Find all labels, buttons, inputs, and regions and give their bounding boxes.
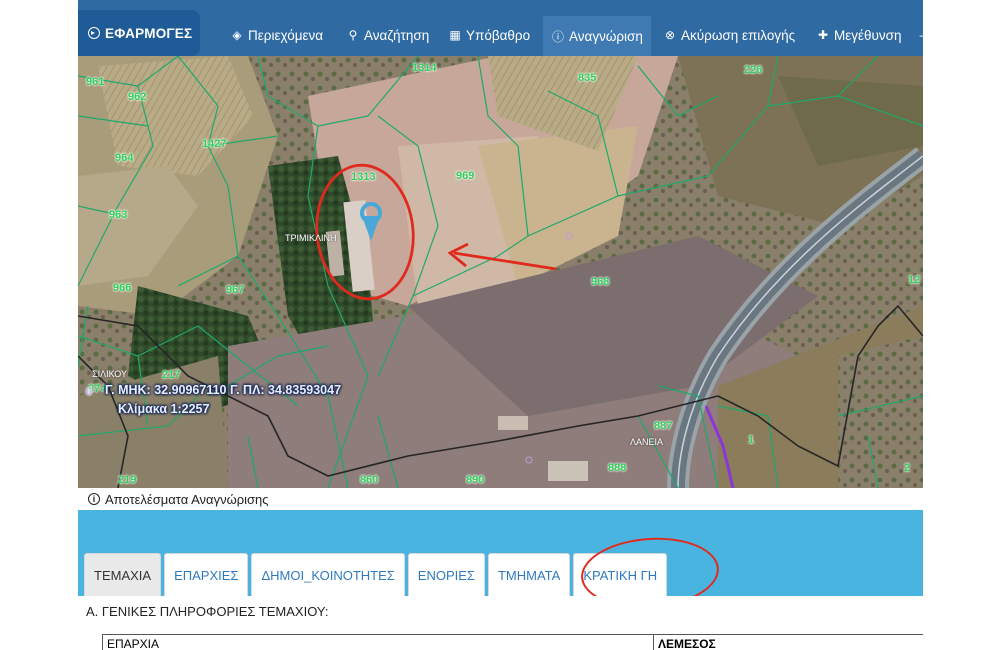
section-title: Α. ΓΕΝΙΚΕΣ ΠΛΗΡΟΦΟΡΙΕΣ ΤΕΜΑΧΙΟΥ: bbox=[86, 604, 329, 619]
plot-label[interactable]: 1313 bbox=[351, 171, 375, 183]
apps-button[interactable]: ΕΦΑΡΜΟΓΕΣ bbox=[78, 10, 200, 56]
plot-label[interactable]: 1427 bbox=[202, 138, 226, 150]
plus-icon: ✚ bbox=[817, 28, 829, 42]
cancel-icon: ⊗ bbox=[664, 28, 676, 42]
place-name-label: ΤΡΙΜΙΚΛΙΝΗ bbox=[285, 233, 337, 243]
plot-label[interactable]: 963 bbox=[109, 209, 127, 221]
search-icon: ⚲ bbox=[348, 28, 358, 42]
plot-label[interactable]: 1 bbox=[748, 434, 754, 446]
toolbar-basemap-label: Υπόβαθρο bbox=[466, 27, 531, 43]
toolbar-identify-label: Αναγνώριση bbox=[569, 28, 643, 44]
tab-municipalities[interactable]: ΔΗΜΟΙ_ΚΟΙΝΟΤΗΤΕΣ bbox=[251, 553, 405, 596]
app-window: ΕΦΑΡΜΟΓΕΣ ◈ Περιεχόμενα ⚲ Αναζήτηση ▦ Υπ… bbox=[0, 0, 1000, 650]
results-panel-header: i Αποτελέσματα Αναγνώρισης bbox=[78, 488, 923, 510]
coordinates-readout: Γ. ΜΗΚ: 32.90967110 Γ. ΠΛ: 34.83593047 bbox=[105, 383, 342, 397]
info-icon: ⓘ bbox=[551, 29, 564, 44]
toolbar-contents-button[interactable]: ◈ Περιεχόμενα bbox=[230, 16, 323, 54]
plot-label[interactable]: 835 bbox=[578, 72, 596, 84]
plot-label[interactable]: 967 bbox=[226, 284, 244, 296]
plot-label[interactable]: 890 bbox=[466, 474, 484, 486]
plot-label[interactable]: 217 bbox=[162, 369, 180, 381]
tab-districts[interactable]: ΕΠΑΡΧΙΕΣ bbox=[164, 553, 249, 596]
toolbar-more-handle[interactable]: – bbox=[916, 16, 923, 54]
top-toolbar: ΕΦΑΡΜΟΓΕΣ ◈ Περιεχόμενα ⚲ Αναζήτηση ▦ Υπ… bbox=[78, 0, 923, 56]
plot-label[interactable]: 888 bbox=[608, 462, 626, 474]
gis-viewer: ΕΦΑΡΜΟΓΕΣ ◈ Περιεχόμενα ⚲ Αναζήτηση ▦ Υπ… bbox=[78, 0, 923, 650]
apps-button-label: ΕΦΑΡΜΟΓΕΣ bbox=[105, 25, 193, 41]
toolbar-search-button[interactable]: ⚲ Αναζήτηση bbox=[346, 16, 430, 54]
info-icon: i bbox=[88, 493, 100, 505]
tab-parcels[interactable]: ΤΕΜΑΧΙΑ bbox=[84, 553, 162, 596]
table-row: ΕΠΑΡΧΙΑ ΛΕΜΕΣΟΣ bbox=[102, 634, 923, 650]
plot-label[interactable]: 1314 bbox=[412, 62, 436, 74]
plot-label[interactable]: 961 bbox=[86, 76, 104, 88]
table-cell-field: ΕΠΑΡΧΙΑ bbox=[102, 634, 654, 650]
plot-label[interactable]: 968 bbox=[591, 276, 609, 288]
plot-label[interactable]: 966 bbox=[113, 282, 131, 294]
plot-label[interactable]: 964 bbox=[115, 152, 133, 164]
table-cell-value: ΛΕΜΕΣΟΣ bbox=[653, 634, 923, 650]
toolbar-zoom-in-label: Μεγέθυνση bbox=[834, 27, 902, 43]
plot-label[interactable]: 0 bbox=[86, 386, 92, 398]
place-name-label: ΣΙΛΙΚΟΥ bbox=[92, 369, 128, 379]
plot-label[interactable]: 860 bbox=[360, 474, 378, 486]
toolbar-zoom-in-button[interactable]: ✚ Μεγέθυνση bbox=[816, 16, 902, 54]
plot-label[interactable]: 12 bbox=[908, 274, 920, 286]
toolbar-search-label: Αναζήτηση bbox=[364, 27, 430, 43]
toolbar-clear-selection-label: Ακύρωση επιλογής bbox=[681, 27, 796, 43]
plot-label[interactable]: 219 bbox=[118, 474, 136, 486]
play-circle-icon bbox=[88, 27, 100, 39]
results-panel-title: Αποτελέσματα Αναγνώρισης bbox=[105, 491, 269, 507]
tab-sections[interactable]: ΤΜΗΜΑΤΑ bbox=[487, 553, 571, 596]
minus-icon: – bbox=[916, 28, 923, 42]
tab-parishes[interactable]: ΕΝΟΡΙΕΣ bbox=[407, 553, 485, 596]
plot-label[interactable]: 226 bbox=[744, 64, 762, 76]
scale-readout: Κλίμακα 1:2257 bbox=[118, 402, 210, 416]
parcel-info-table: ΕΠΑΡΧΙΑ ΛΕΜΕΣΟΣ bbox=[102, 634, 923, 650]
map-canvas[interactable]: 961 962 1314 835 226 964 1427 1313 969 9… bbox=[78, 56, 923, 488]
plot-label[interactable]: 962 bbox=[128, 91, 146, 103]
toolbar-clear-selection-button[interactable]: ⊗ Ακύρωση επιλογής bbox=[663, 16, 795, 54]
plot-label[interactable]: 2 bbox=[904, 462, 910, 474]
place-name-label: ΛΑΝΕΙΑ bbox=[630, 437, 664, 447]
grid-icon: ▦ bbox=[449, 28, 461, 42]
plot-label[interactable]: 887 bbox=[654, 420, 672, 432]
satellite-imagery bbox=[78, 56, 923, 488]
toolbar-identify-button[interactable]: ⓘ Αναγνώριση bbox=[543, 16, 651, 56]
toolbar-basemap-button[interactable]: ▦ Υπόβαθρο bbox=[448, 16, 530, 54]
results-tabs: ΤΕΜΑΧΙΑ ΕΠΑΡΧΙΕΣ ΔΗΜΟΙ_ΚΟΙΝΟΤΗΤΕΣ ΕΝΟΡΙΕ… bbox=[84, 553, 668, 597]
toolbar-contents-label: Περιεχόμενα bbox=[248, 27, 324, 43]
plot-label[interactable]: 969 bbox=[456, 170, 474, 182]
results-content: Α. ΓΕΝΙΚΕΣ ΠΛΗΡΟΦΟΡΙΕΣ ΤΕΜΑΧΙΟΥ: ΕΠΑΡΧΙΑ… bbox=[78, 596, 923, 650]
layers-icon: ◈ bbox=[232, 28, 242, 42]
